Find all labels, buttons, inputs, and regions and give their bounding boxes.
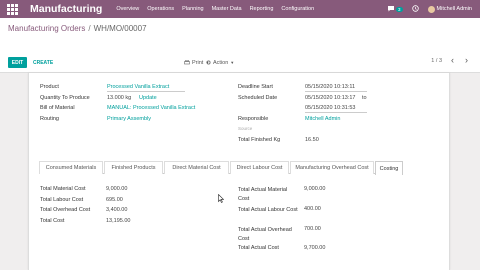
breadcrumb-current: WH/MO/00007 (93, 24, 147, 33)
quantity-value: 13.000 kg (107, 95, 132, 101)
tab-manufacturing-overhead-cost[interactable]: Manufacturing Overhead Cost (290, 161, 374, 174)
scheduled-end-field[interactable]: 05/15/2020 10:31:53 (305, 105, 355, 111)
deadline-underline (305, 91, 367, 92)
gear-icon (206, 60, 211, 65)
product-field[interactable]: Processed Vanilla Extract (107, 84, 169, 90)
product-label: Product (40, 84, 59, 90)
print-icon (184, 60, 190, 65)
responsible-field[interactable]: Mitchell Admin (305, 116, 340, 122)
bom-field[interactable]: MANUAL: Processed Vanilla Extract (107, 105, 195, 111)
total-cost-label: Total Cost (40, 218, 65, 224)
routing-field[interactable]: Primary Assembly (107, 116, 151, 122)
menu-master-data[interactable]: Master Data (212, 6, 242, 12)
source-label: Source (238, 126, 253, 131)
tab-direct-labour-cost[interactable]: Direct Labour Cost (230, 161, 289, 174)
deadline-field[interactable]: 05/15/2020 10:13:11 (305, 84, 355, 90)
top-navbar: Manufacturing Overview Operations Planni… (0, 0, 480, 18)
notebook-tabs: Consumed Materials Finished Products Dir… (39, 161, 403, 175)
chevron-right-icon[interactable]: › (465, 55, 468, 65)
total-actual-overhead-cost-label: Total Actual Overhead Cost (238, 227, 292, 242)
total-overhead-cost-label: Total Overhead Cost (40, 207, 91, 213)
total-actual-cost-label: Total Actual Cost (238, 245, 279, 251)
print-label: Print (192, 59, 204, 66)
form-sheet: Product Processed Vanilla Extract Quanti… (28, 73, 450, 270)
total-cost-value: 13,195.00 (106, 218, 131, 224)
breadcrumb-parent[interactable]: Manufacturing Orders (8, 24, 85, 33)
total-material-cost-label: Total Material Cost (40, 186, 86, 192)
apps-menu-icon[interactable] (7, 3, 21, 15)
total-actual-material-cost-label: Total Actual Material Cost (238, 187, 288, 202)
menu-operations[interactable]: Operations (147, 6, 174, 12)
avatar (427, 5, 435, 13)
tab-direct-material-cost[interactable]: Direct Material Cost (164, 161, 229, 174)
scheduled-start-field[interactable]: 05/15/2020 10:13:17 (305, 95, 355, 101)
quantity-label: Quantity To Produce (40, 95, 90, 101)
action-dropdown[interactable]: Action ▼ (206, 57, 234, 68)
chat-icon[interactable] (387, 5, 395, 14)
breadcrumb: Manufacturing Orders / WH/MO/00007 (8, 24, 147, 33)
scheduled-end-underline (305, 112, 367, 113)
total-actual-labour-cost-label: Total Actual Labour Cost (238, 207, 298, 213)
caret-down-icon: ▼ (230, 60, 235, 65)
product-field-underline (107, 91, 185, 92)
deadline-label: Deadline Start (238, 84, 273, 90)
pager-counter: 1 / 3 (431, 58, 442, 64)
chat-count-badge: 3 (396, 6, 403, 12)
routing-label: Routing (40, 116, 59, 122)
menu-reporting[interactable]: Reporting (250, 6, 274, 12)
breadcrumb-separator: / (88, 24, 91, 33)
app-title[interactable]: Manufacturing (30, 3, 102, 15)
responsible-label: Responsible (238, 116, 269, 122)
action-label: Action (213, 59, 229, 66)
chevron-left-icon[interactable]: ‹ (451, 55, 454, 65)
total-material-cost-value: 9,000.00 (106, 186, 128, 192)
update-quantity-button[interactable]: Update (139, 95, 157, 101)
bom-label: Bill of Material (40, 105, 75, 111)
total-actual-labour-cost-value: 400.00 (304, 206, 321, 212)
menu-planning[interactable]: Planning (182, 6, 203, 12)
total-actual-cost-value: 9,700.00 (304, 245, 326, 251)
user-name: Mitchell Admin (436, 6, 472, 12)
tab-finished-products[interactable]: Finished Products (104, 161, 163, 174)
total-actual-material-cost-value: 9,000.00 (304, 186, 326, 192)
edit-button[interactable]: EDIT (8, 57, 27, 68)
tab-consumed-materials[interactable]: Consumed Materials (39, 161, 103, 174)
user-menu[interactable]: Mitchell Admin (427, 5, 472, 13)
total-finished-value: 16.50 (305, 137, 319, 143)
total-labour-cost-label: Total Labour Cost (40, 197, 84, 203)
total-actual-overhead-cost-value: 700.00 (304, 226, 321, 232)
total-labour-cost-value: 695.00 (106, 197, 123, 203)
menu-overview[interactable]: Overview (116, 6, 139, 12)
menu-configuration[interactable]: Configuration (281, 6, 314, 12)
control-panel: Manufacturing Orders / WH/MO/00007 EDIT CR… (0, 18, 480, 73)
cursor-icon (218, 194, 224, 203)
clock-icon[interactable] (411, 4, 419, 14)
create-button[interactable]: CREATE (33, 57, 53, 68)
total-finished-label: Total Finished Kg (238, 137, 281, 143)
scheduled-to-text: to (362, 95, 367, 101)
tab-costing[interactable]: Costing (375, 161, 403, 175)
total-overhead-cost-value: 3,400.00 (106, 207, 128, 213)
scheduled-label: Scheduled Date (238, 95, 278, 101)
